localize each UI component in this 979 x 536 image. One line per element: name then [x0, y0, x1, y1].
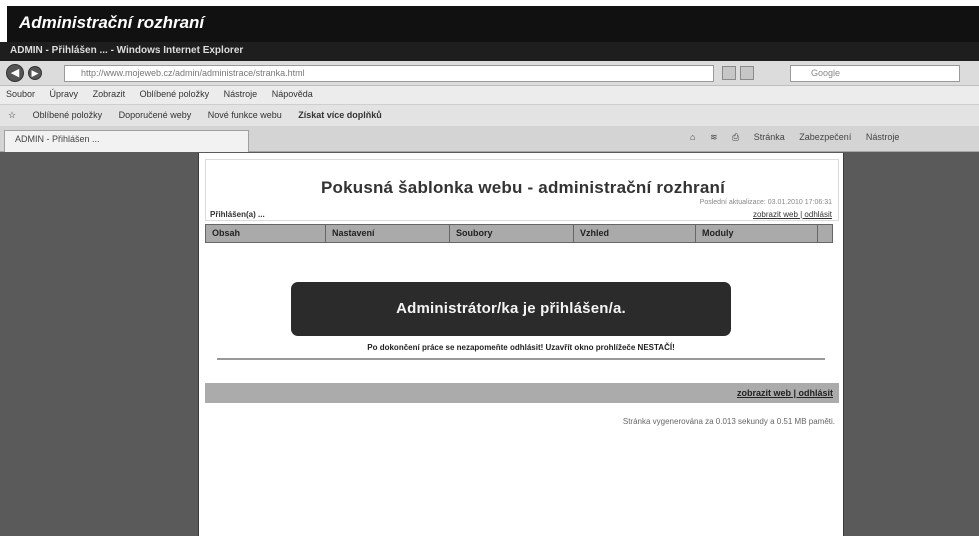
caption-bar: Administrační rozhraní — [7, 6, 979, 42]
logged-in-label: Přihlášen(a) ... — [210, 210, 265, 219]
menu-bar: Soubor Úpravy Zobrazit Oblíbené položky … — [0, 86, 979, 104]
nav-item-modules[interactable]: Moduly — [696, 225, 818, 242]
menu-help[interactable]: Nápověda — [272, 89, 313, 99]
command-tools[interactable]: Nástroje — [866, 132, 900, 142]
search-input[interactable]: Google — [790, 65, 960, 82]
menu-edit[interactable]: Úpravy — [50, 89, 79, 99]
tab-strip: ADMIN - Přihlášen ... ⌂ ≋ ⎙ Stránka Zabe… — [0, 126, 979, 152]
browser-window: ADMIN - Přihlášen ... - Windows Internet… — [0, 42, 979, 536]
divider — [217, 358, 825, 360]
page-viewport: Pokusná šablonka webu - administrační ro… — [0, 153, 979, 536]
nav-item-appearance[interactable]: Vzhled — [574, 225, 696, 242]
favorites-item-1[interactable]: Oblíbené položky — [33, 110, 103, 120]
address-toolbar: ◀ ▶ http://www.mojeweb.cz/admin/administ… — [0, 61, 979, 86]
back-button[interactable]: ◀ — [6, 64, 24, 82]
forward-button[interactable]: ▶ — [28, 66, 42, 80]
menu-favorites[interactable]: Oblíbené položky — [140, 89, 210, 99]
caption-title: Administrační rozhraní — [19, 13, 205, 32]
print-icon[interactable]: ⎙ — [732, 132, 739, 142]
favorites-star-icon[interactable]: ☆ — [8, 110, 16, 120]
screenshot-frame: Administrační rozhraní ADMIN - Přihlášen… — [0, 0, 979, 536]
favorites-item-3[interactable]: Nové funkce webu — [208, 110, 282, 120]
admin-nav: Obsah Nastavení Soubory Vzhled Moduly — [205, 224, 833, 243]
address-text: http://www.mojeweb.cz/admin/administrace… — [81, 68, 305, 78]
page-title: Pokusná šablonka webu - administrační ro… — [320, 178, 726, 197]
footer-logout-link[interactable]: zobrazit web | odhlásit — [737, 388, 833, 398]
command-security[interactable]: Zabezpečení — [799, 132, 851, 142]
address-bar[interactable]: http://www.mojeweb.cz/admin/administrace… — [64, 65, 714, 82]
favorites-item-addons[interactable]: Získat více doplňků — [298, 110, 382, 120]
menu-tools[interactable]: Nástroje — [224, 89, 258, 99]
window-titlebar: ADMIN - Přihlášen ... - Windows Internet… — [0, 42, 979, 61]
nav-item-files[interactable]: Soubory — [450, 225, 574, 242]
nav-item-content[interactable]: Obsah — [206, 225, 326, 242]
favorites-bar: ☆ Oblíbené položky Doporučené weby Nové … — [0, 104, 979, 126]
logout-hint: Po dokončení práce se nezapomeňte odhlás… — [367, 343, 675, 352]
command-bar: ⌂ ≋ ⎙ Stránka Zabezpečení Nástroje — [690, 132, 911, 143]
menu-file[interactable]: Soubor — [6, 89, 35, 99]
favorites-item-2[interactable]: Doporučené weby — [119, 110, 192, 120]
nav-item-settings[interactable]: Nastavení — [326, 225, 450, 242]
feeds-icon[interactable]: ≋ — [710, 132, 718, 142]
stop-button[interactable] — [740, 66, 754, 80]
search-placeholder: Google — [811, 68, 841, 78]
web-page: Pokusná šablonka webu - administrační ro… — [198, 153, 844, 536]
page-header: Pokusná šablonka webu - administrační ro… — [205, 159, 839, 221]
footer-bar: zobrazit web | odhlásit — [205, 383, 839, 403]
tab-label: ADMIN - Přihlášen ... — [15, 134, 100, 144]
tab-admin[interactable]: ADMIN - Přihlášen ... — [4, 130, 249, 152]
generation-info: Stránka vygenerována za 0.013 sekundy a … — [622, 417, 835, 426]
last-updated: Poslední aktualizace: 03.01.2010 17:06:3… — [699, 199, 832, 206]
command-page[interactable]: Stránka — [754, 132, 785, 142]
home-icon[interactable]: ⌂ — [690, 132, 695, 142]
menu-view[interactable]: Zobrazit — [93, 89, 126, 99]
refresh-button[interactable] — [722, 66, 736, 80]
login-notice: Administrátor/ka je přihlášen/a. — [291, 282, 731, 336]
header-logout-link[interactable]: zobrazit web | odhlásit — [753, 210, 832, 219]
